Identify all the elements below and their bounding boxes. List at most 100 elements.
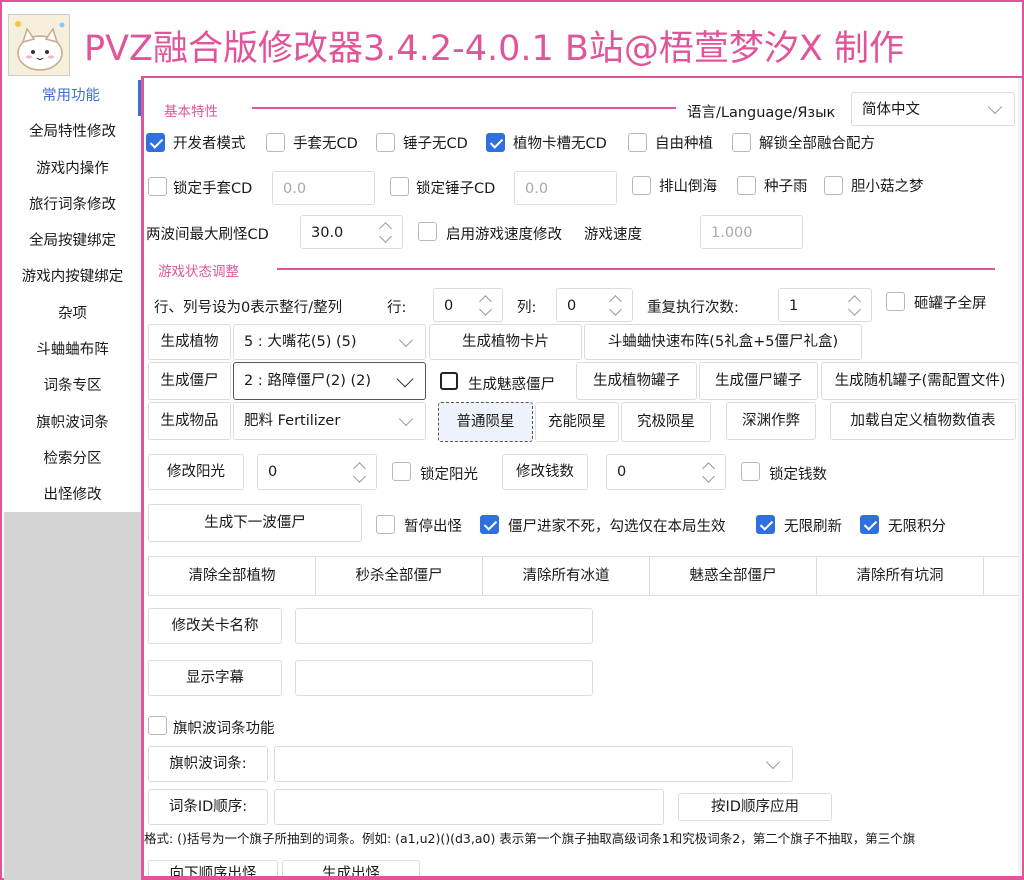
gen-zombie-button[interactable]: 生成僵尸 — [148, 362, 231, 400]
money-spinbox[interactable]: 0 — [606, 454, 726, 490]
meteor-ultimate-button[interactable]: 究极陨星 — [621, 402, 711, 442]
lock-sun-checkbox[interactable] — [392, 462, 411, 481]
level-name-input[interactable] — [295, 608, 593, 644]
feature-toggle[interactable]: 开发者模式 — [146, 132, 246, 153]
checkbox-box[interactable] — [886, 292, 905, 311]
cricket-fast-button[interactable]: 斗蛐蛐快速布阵(5礼盒+5僵尸礼盒) — [584, 324, 862, 360]
sidebar-item[interactable]: 斗蛐蛐布阵 — [4, 334, 141, 370]
checkbox-box[interactable] — [390, 177, 409, 196]
repeat-spinbox[interactable]: 1 — [778, 288, 872, 322]
sidebar-item[interactable]: 游戏内按键绑定 — [4, 261, 141, 297]
action-tab[interactable]: 秒杀全部僵尸 — [315, 557, 482, 595]
checkbox-box[interactable] — [376, 515, 395, 534]
checkbox-box[interactable] — [266, 133, 285, 152]
level-name-button[interactable]: 修改关卡名称 — [148, 608, 282, 644]
feature-toggle[interactable]: 胆小菇之梦 — [824, 175, 924, 196]
feature-toggle[interactable]: 种子雨 — [737, 175, 808, 196]
abyss-cheat-button[interactable]: 深渊作弊 — [726, 402, 816, 440]
checkbox-box[interactable] — [824, 176, 843, 195]
feature-toggle[interactable]: 排山倒海 — [632, 175, 717, 196]
subtitle-input[interactable] — [295, 660, 593, 696]
zombie-select[interactable]: 2 : 路障僵尸(2) (2) — [233, 362, 426, 400]
sidebar-item[interactable]: 检索分区 — [4, 443, 141, 479]
charm-zombie-checkbox[interactable] — [440, 372, 458, 390]
checkbox-box[interactable] — [632, 176, 651, 195]
action-tab[interactable]: 清除全部植物 — [148, 557, 315, 595]
no-refresh-checkbox[interactable] — [756, 515, 775, 534]
checkbox-box[interactable] — [732, 133, 751, 152]
feature-toggle[interactable]: 自由种植 — [628, 132, 713, 153]
meteor-power-button[interactable]: 充能陨星 — [535, 402, 619, 442]
speed-toggle-checkbox[interactable] — [418, 222, 437, 241]
feature-toggle-label: 解锁全部融合配方 — [759, 136, 875, 152]
lock-money-checkbox[interactable] — [741, 462, 760, 481]
sidebar-item[interactable]: 杂项 — [4, 298, 141, 334]
lock-glove-checkbox[interactable] — [148, 177, 167, 196]
bottom-spawn-order-button[interactable]: 向下顺序出怪 — [148, 860, 278, 876]
gen-random-jar-button[interactable]: 生成随机罐子(需配置文件) — [821, 362, 1019, 400]
checkbox-box[interactable] — [480, 515, 499, 534]
inf-score-checkbox[interactable] — [860, 515, 879, 534]
sidebar-item[interactable]: 出怪修改 — [4, 479, 141, 515]
feature-toggle[interactable]: 植物卡槽无CD — [486, 132, 607, 153]
bottom-generate-spawn-button[interactable]: 生成出怪 — [282, 860, 420, 876]
checkbox-box[interactable] — [146, 133, 165, 152]
lock-hammer-input[interactable]: 0.0 — [514, 171, 617, 205]
checkbox-box[interactable] — [628, 133, 647, 152]
gen-plant-jar-button[interactable]: 生成植物罐子 — [576, 362, 697, 400]
sidebar-item[interactable]: 全局特性修改 — [4, 116, 141, 152]
lock-glove-input[interactable]: 0.0 — [272, 171, 375, 205]
load-custom-plant-button[interactable]: 加载自定义植物数值表 — [830, 402, 1016, 440]
sidebar-item[interactable]: 常用功能 — [4, 80, 141, 117]
pause-spawn-checkbox[interactable] — [376, 515, 395, 534]
show-subtitle-button[interactable]: 显示字幕 — [148, 660, 282, 696]
language-select[interactable]: 简体中文 — [851, 92, 1015, 126]
gen-plant-card-button[interactable]: 生成植物卡片 — [429, 324, 582, 360]
meteor-normal-button[interactable]: 普通陨星 — [438, 402, 533, 442]
flag-wave-select[interactable] — [274, 746, 793, 782]
col-spinbox[interactable]: 0 — [556, 288, 633, 322]
plant-select[interactable]: 5 : 大嘴花(5) (5) — [233, 324, 426, 360]
apply-by-id-button[interactable]: 按ID顺序应用 — [678, 793, 832, 821]
checkbox-box[interactable] — [376, 133, 395, 152]
feature-toggle[interactable]: 解锁全部融合配方 — [732, 132, 875, 153]
money-button[interactable]: 修改钱数 — [502, 454, 588, 490]
action-tab[interactable]: 清除所有坑洞 — [816, 557, 983, 595]
sidebar-item[interactable]: 游戏内操作 — [4, 153, 141, 189]
next-wave-button[interactable]: 生成下一波僵尸 — [148, 504, 362, 542]
smash-jar-checkbox[interactable] — [886, 292, 905, 311]
checkbox-box[interactable] — [860, 515, 879, 534]
sidebar-item[interactable]: 旅行词条修改 — [4, 189, 141, 225]
sidebar-item[interactable]: 词条专区 — [4, 370, 141, 406]
action-tab[interactable]: 清除所有冰道 — [482, 557, 649, 595]
checkbox-box[interactable] — [756, 515, 775, 534]
entry-id-input[interactable] — [274, 789, 664, 825]
checkbox-box[interactable] — [148, 716, 167, 735]
checkbox-box[interactable] — [392, 462, 411, 481]
feature-toggle[interactable]: 手套无CD — [266, 132, 358, 153]
wave-cd-spinbox[interactable]: 30.0 — [300, 215, 403, 249]
checkbox-box[interactable] — [418, 222, 437, 241]
feature-toggle[interactable]: 锤子无CD — [376, 132, 468, 153]
checkbox-box[interactable] — [737, 176, 756, 195]
sidebar-item[interactable]: 旗帜波词条 — [4, 407, 141, 443]
lock-hammer-checkbox[interactable] — [390, 177, 409, 196]
item-select[interactable]: 肥料 Fertilizer — [233, 402, 426, 440]
gen-plant-button[interactable]: 生成植物 — [148, 324, 231, 360]
checkbox-box[interactable] — [486, 133, 505, 152]
flag-wave-feature-checkbox[interactable] — [148, 716, 167, 735]
speed-input[interactable]: 1.000 — [700, 215, 803, 249]
row-spinbox[interactable]: 0 — [433, 288, 503, 322]
action-tab[interactable]: 魅惑全部僵尸 — [649, 557, 816, 595]
gen-zombie-jar-button[interactable]: 生成僵尸罐子 — [699, 362, 818, 400]
gen-item-button[interactable]: 生成物品 — [148, 402, 231, 440]
sidebar-item[interactable]: 全局按键绑定 — [4, 225, 141, 261]
scrollbar[interactable] — [1018, 78, 1022, 876]
sun-button[interactable]: 修改阳光 — [148, 454, 244, 490]
checkbox-box[interactable] — [440, 372, 458, 390]
flag-wave-label: 旗帜波词条: — [148, 746, 268, 782]
checkbox-box[interactable] — [148, 177, 167, 196]
zombie-nodeath-checkbox[interactable] — [480, 515, 499, 534]
sun-spinbox[interactable]: 0 — [257, 454, 377, 490]
checkbox-box[interactable] — [741, 462, 760, 481]
